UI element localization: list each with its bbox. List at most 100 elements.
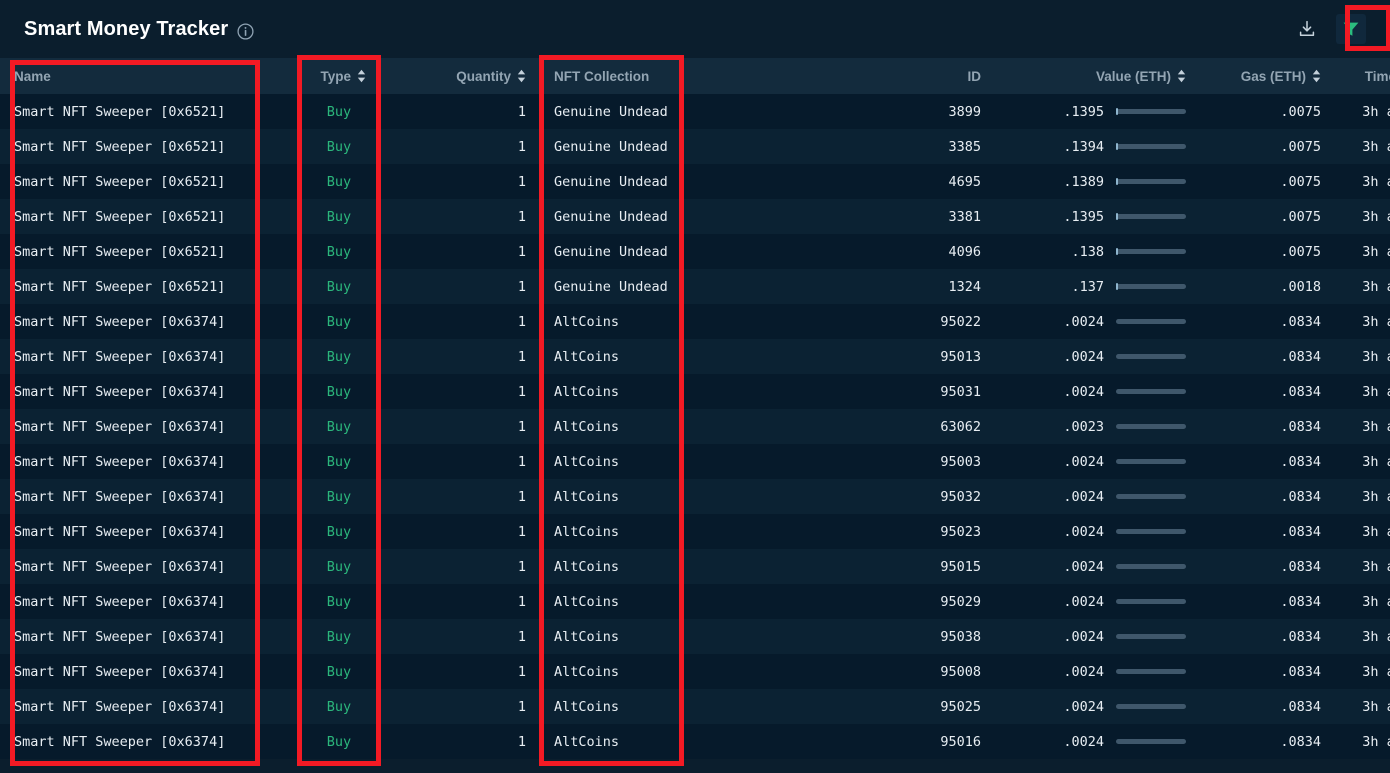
table-row[interactable]: Smart NFT Sweeper [0x6374] Buy 1 AltCoins 63… xyxy=(0,409,1390,444)
table-row[interactable]: Smart NFT Sweeper [0x6521] Buy 1 Genuine Un… xyxy=(0,94,1390,129)
table-row[interactable]: Smart NFT Sweeper [0x6374] Buy 1 AltCoins 95… xyxy=(0,724,1390,759)
table-row[interactable]: Smart NFT Sweeper [0x6521] Buy 1 Genuine Un… xyxy=(0,234,1390,269)
cell-quantity: 1 xyxy=(517,628,526,645)
transactions-table: Name Type Quantity NFT Collection ID Val… xyxy=(0,58,1390,759)
cell-time: 3h ago xyxy=(1362,418,1390,435)
cell-time: 3h ago xyxy=(1362,313,1390,330)
column-header-time[interactable]: Time xyxy=(1335,58,1390,94)
sort-arrows-icon[interactable] xyxy=(1177,69,1186,83)
table-row[interactable]: Smart NFT Sweeper [0x6521] Buy 1 Genuine Un… xyxy=(0,199,1390,234)
table-row[interactable]: Smart NFT Sweeper [0x6374] Buy 1 AltCoins 95… xyxy=(0,619,1390,654)
cell-collection: AltCoins xyxy=(554,663,620,680)
cell-id: 4096 xyxy=(948,243,981,260)
column-header-value-eth[interactable]: Value (ETH) xyxy=(995,58,1200,94)
cell-name: Smart NFT Sweeper [0x6521] xyxy=(14,103,226,120)
cell-time: 3h ago xyxy=(1362,278,1390,295)
sort-arrows-icon[interactable] xyxy=(357,69,366,83)
cell-name: Smart NFT Sweeper [0x6374] xyxy=(14,453,226,470)
cell-value-eth: .0024 xyxy=(995,339,1200,374)
cell-collection: AltCoins xyxy=(554,733,620,750)
table-row[interactable]: Smart NFT Sweeper [0x6374] Buy 1 AltCoins 95… xyxy=(0,654,1390,689)
column-header-type[interactable]: Type xyxy=(298,58,380,94)
table-row[interactable]: Smart NFT Sweeper [0x6374] Buy 1 AltCoins 95… xyxy=(0,514,1390,549)
value-bar-tick xyxy=(1116,178,1118,185)
column-header-value-eth-label: Value (ETH) xyxy=(1095,68,1171,84)
value-bar-indicator xyxy=(1116,178,1186,185)
cell-name: Smart NFT Sweeper [0x6374] xyxy=(14,733,226,750)
filter-funnel-icon[interactable] xyxy=(1336,14,1366,44)
table-row[interactable]: Smart NFT Sweeper [0x6374] Buy 1 AltCoins 95… xyxy=(0,304,1390,339)
cell-time: 3h ago xyxy=(1362,663,1390,680)
column-header-name[interactable]: Name xyxy=(0,58,298,94)
cell-name: Smart NFT Sweeper [0x6521] xyxy=(14,243,226,260)
table-row[interactable]: Smart NFT Sweeper [0x6521] Buy 1 Genuine Un… xyxy=(0,164,1390,199)
cell-quantity: 1 xyxy=(517,138,526,155)
cell-gas-eth: .0834 xyxy=(1280,418,1321,435)
cell-gas-eth: .0075 xyxy=(1280,208,1321,225)
cell-type: Buy xyxy=(326,663,352,680)
cell-id: 95022 xyxy=(940,313,981,330)
cell-time: 3h ago xyxy=(1362,593,1390,610)
table-body: Smart NFT Sweeper [0x6521] Buy 1 Genuine Un… xyxy=(0,94,1390,759)
column-header-gas-eth[interactable]: Gas (ETH) xyxy=(1200,58,1335,94)
cell-value-eth-number: .0023 xyxy=(1063,418,1104,435)
cell-quantity: 1 xyxy=(517,488,526,505)
value-bar-tick xyxy=(1116,108,1118,115)
cell-value-eth: .0023 xyxy=(995,409,1200,444)
cell-id: 95016 xyxy=(940,733,981,750)
column-header-gas-eth-label: Gas (ETH) xyxy=(1240,68,1306,84)
cell-type: Buy xyxy=(326,733,352,750)
cell-id: 63062 xyxy=(940,418,981,435)
cell-type: Buy xyxy=(326,208,352,225)
cell-type: Buy xyxy=(326,243,352,260)
cell-value-eth-number: .0024 xyxy=(1063,383,1104,400)
cell-type: Buy xyxy=(326,138,352,155)
table-row[interactable]: Smart NFT Sweeper [0x6374] Buy 1 AltCoins 95… xyxy=(0,444,1390,479)
table-row[interactable]: Smart NFT Sweeper [0x6374] Buy 1 AltCoins 95… xyxy=(0,374,1390,409)
cell-value-eth-number: .1389 xyxy=(1063,173,1104,190)
table-row[interactable]: Smart NFT Sweeper [0x6521] Buy 1 Genuine Un… xyxy=(0,129,1390,164)
value-bar-indicator xyxy=(1116,108,1186,115)
cell-time: 3h ago xyxy=(1362,103,1390,120)
download-icon[interactable] xyxy=(1292,14,1322,44)
value-bar-indicator xyxy=(1116,564,1186,569)
cell-gas-eth: .0834 xyxy=(1280,593,1321,610)
cell-time: 3h ago xyxy=(1362,733,1390,750)
table-row[interactable]: Smart NFT Sweeper [0x6374] Buy 1 AltCoins 95… xyxy=(0,339,1390,374)
column-header-name-label: Name xyxy=(14,68,51,84)
cell-name: Smart NFT Sweeper [0x6374] xyxy=(14,383,226,400)
cell-collection: AltCoins xyxy=(554,698,620,715)
column-header-quantity[interactable]: Quantity xyxy=(380,58,540,94)
cell-name: Smart NFT Sweeper [0x6374] xyxy=(14,523,226,540)
cell-value-eth-number: .1394 xyxy=(1063,138,1104,155)
column-header-id[interactable]: ID xyxy=(820,58,995,94)
cell-type: Buy xyxy=(326,698,352,715)
cell-id: 95032 xyxy=(940,488,981,505)
column-header-nft-collection[interactable]: NFT Collection xyxy=(540,58,820,94)
column-header-time-label: Time xyxy=(1364,68,1390,84)
cell-time: 3h ago xyxy=(1362,698,1390,715)
cell-name: Smart NFT Sweeper [0x6521] xyxy=(14,138,226,155)
cell-gas-eth: .0075 xyxy=(1280,103,1321,120)
cell-quantity: 1 xyxy=(517,313,526,330)
info-circle-icon[interactable] xyxy=(237,22,254,40)
cell-time: 3h ago xyxy=(1362,383,1390,400)
cell-value-eth: .0024 xyxy=(995,619,1200,654)
sort-arrows-icon[interactable] xyxy=(1312,69,1321,83)
cell-id: 95008 xyxy=(940,663,981,680)
sort-arrows-icon[interactable] xyxy=(517,69,526,83)
cell-name: Smart NFT Sweeper [0x6374] xyxy=(14,313,226,330)
cell-name: Smart NFT Sweeper [0x6521] xyxy=(14,208,226,225)
cell-value-eth-number: .0024 xyxy=(1063,348,1104,365)
table-row[interactable]: Smart NFT Sweeper [0x6374] Buy 1 AltCoins 95… xyxy=(0,584,1390,619)
cell-value-eth: .137 xyxy=(995,269,1200,304)
value-bar-indicator xyxy=(1116,354,1186,359)
cell-quantity: 1 xyxy=(517,103,526,120)
table-row[interactable]: Smart NFT Sweeper [0x6521] Buy 1 Genuine Un… xyxy=(0,269,1390,304)
table-row[interactable]: Smart NFT Sweeper [0x6374] Buy 1 AltCoins 95… xyxy=(0,689,1390,724)
table-row[interactable]: Smart NFT Sweeper [0x6374] Buy 1 AltCoins 95… xyxy=(0,549,1390,584)
cell-type: Buy xyxy=(326,103,352,120)
cell-time: 3h ago xyxy=(1362,208,1390,225)
table-row[interactable]: Smart NFT Sweeper [0x6374] Buy 1 AltCoins 95… xyxy=(0,479,1390,514)
value-bar-indicator xyxy=(1116,248,1186,255)
